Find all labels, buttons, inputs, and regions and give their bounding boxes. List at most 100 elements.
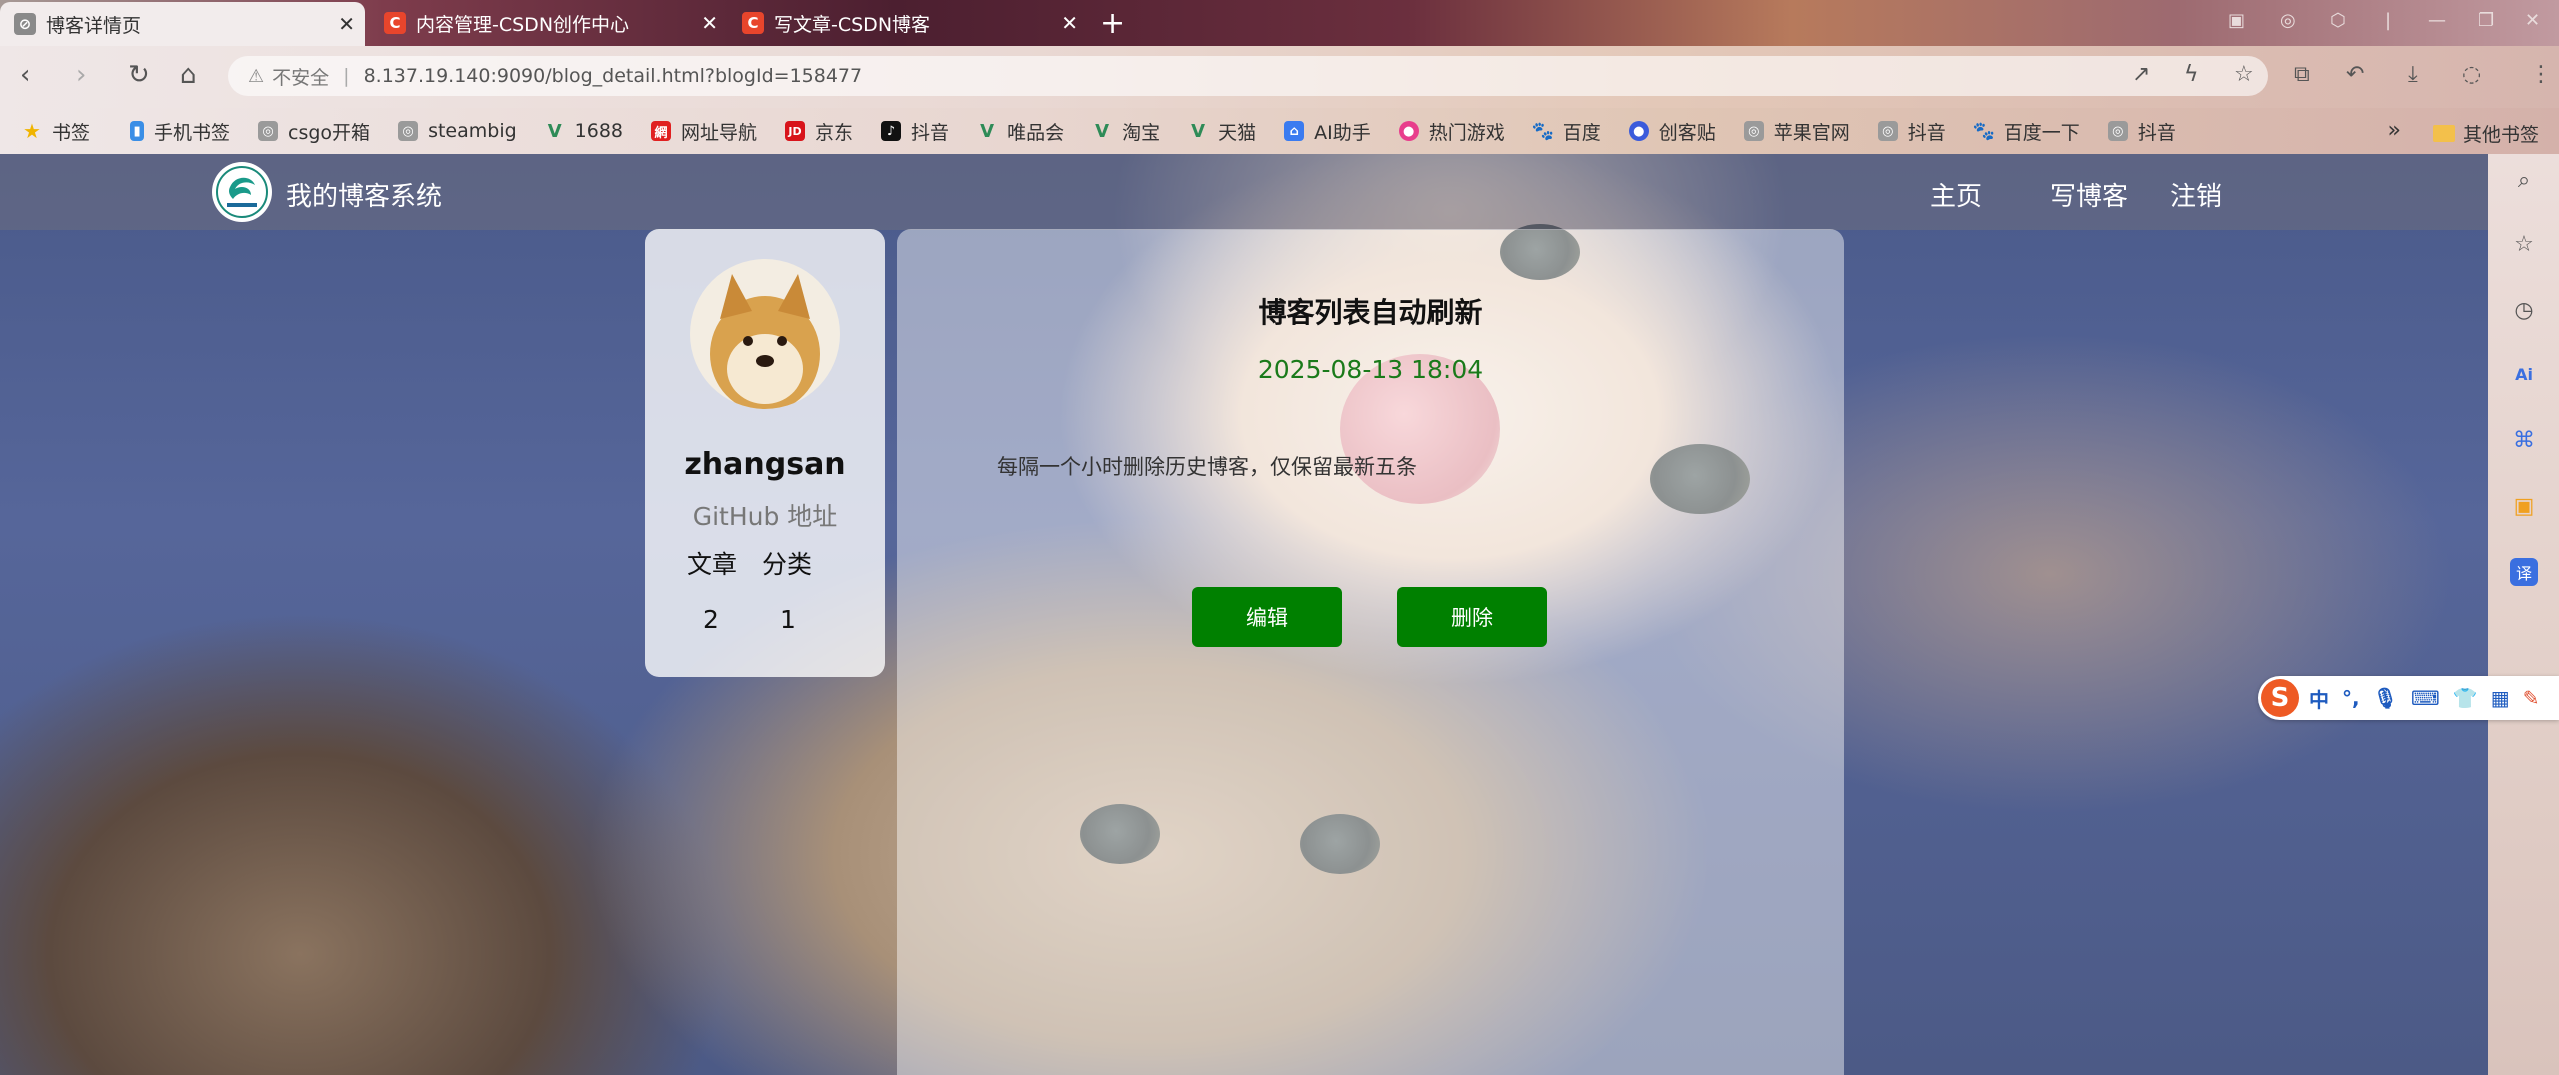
bookmark-item[interactable]: 網网址导航 bbox=[651, 118, 757, 145]
warning-icon: ⚠ bbox=[248, 65, 265, 87]
blog-page: 我的博客系统 主页 写博客 注销 zhangsan GitHub 地址 文章 分… bbox=[0, 154, 2488, 1075]
globe-icon: ◎ bbox=[1877, 121, 1898, 141]
gamepad-icon[interactable]: ⌘ bbox=[2510, 426, 2538, 454]
bookmark-item[interactable]: ▮ 手机书签 bbox=[130, 118, 230, 145]
microphone-icon[interactable]: 🎙 bbox=[2373, 686, 2398, 710]
globe-icon: ◎ bbox=[1743, 121, 1764, 141]
nav-write-blog-link[interactable]: 写博客 bbox=[2050, 176, 2128, 213]
close-tab-icon[interactable]: ✕ bbox=[701, 11, 718, 35]
ime-more-icon[interactable]: ✎ bbox=[2523, 686, 2540, 710]
tab-csdn-content[interactable]: C 内容管理-CSDN创作中心 ✕ bbox=[370, 4, 728, 42]
categories-label: 分类 bbox=[762, 550, 813, 579]
restore-icon[interactable]: ❐ bbox=[2478, 10, 2494, 31]
vue-icon: V bbox=[1095, 120, 1110, 142]
toolbox-grid-icon[interactable]: ▦ bbox=[2491, 686, 2510, 710]
user-profile-card: zhangsan GitHub 地址 文章 分类 2 1 bbox=[645, 229, 885, 677]
baidu-icon: 🐾 bbox=[1972, 120, 1996, 142]
ai-icon[interactable]: Ai bbox=[2510, 360, 2538, 388]
bookmark-item[interactable]: ⌂ AI助手 bbox=[1284, 118, 1371, 145]
bookmark-item[interactable]: V 唯品会 bbox=[977, 118, 1064, 145]
skin-icon[interactable]: 👕 bbox=[2453, 686, 2478, 710]
categories-count: 1 bbox=[780, 605, 796, 634]
avatar bbox=[690, 259, 840, 409]
reload-icon[interactable]: ↻ bbox=[128, 60, 150, 90]
edit-button[interactable]: 编辑 bbox=[1192, 587, 1342, 647]
globe-icon: ◎ bbox=[398, 121, 419, 141]
csdn-favicon-icon: C bbox=[742, 12, 764, 34]
search-icon[interactable]: ⌕ bbox=[2510, 166, 2538, 194]
tab-blog-detail[interactable]: ⊘ 博客详情页 ✕ bbox=[0, 2, 365, 46]
bookmark-item[interactable]: ◎ 抖音 bbox=[2107, 118, 2176, 145]
ime-language[interactable]: 中 bbox=[2309, 684, 2329, 713]
blog-content: 每隔一个小时删除历史博客，仅保留最新五条 bbox=[997, 455, 1417, 479]
bookmarks-more-button[interactable]: » bbox=[2388, 118, 2401, 143]
undo-icon[interactable]: ↶ bbox=[2346, 62, 2364, 87]
bookmark-item[interactable]: V 淘宝 bbox=[1092, 118, 1160, 145]
history-icon[interactable]: ◷ bbox=[2510, 296, 2538, 324]
bookmark-item[interactable]: ♪ 抖音 bbox=[881, 118, 949, 145]
ime-punctuation[interactable]: °, bbox=[2342, 686, 2360, 710]
other-bookmarks-button[interactable]: 其他书签 bbox=[2432, 120, 2539, 147]
star-icon[interactable]: ☆ bbox=[2234, 62, 2254, 87]
bookmark-item[interactable]: ◎ steambig bbox=[398, 120, 517, 142]
globe-icon: ◎ bbox=[2107, 121, 2128, 141]
csdn-favicon-icon: C bbox=[384, 12, 406, 34]
folder-icon bbox=[2432, 125, 2455, 142]
incognito-icon[interactable]: ◎ bbox=[2280, 10, 2296, 31]
forward-icon[interactable]: › bbox=[76, 60, 86, 90]
phone-icon: ▮ bbox=[130, 121, 145, 141]
bookmarks-bar: ★ 书签 ▮ 手机书签 ◎ csgo开箱 ◎ steambig V 1688 網网址导航 … bbox=[0, 108, 2559, 154]
bookmark-item[interactable]: 🐾 百度一下 bbox=[1972, 118, 2080, 145]
minimize-icon[interactable]: — bbox=[2428, 10, 2446, 31]
bookmark-item[interactable]: V 天猫 bbox=[1188, 118, 1256, 145]
translate-icon[interactable]: 译 bbox=[2510, 558, 2538, 586]
bookmark-item[interactable]: V 1688 bbox=[545, 120, 623, 142]
menu-icon[interactable]: ⋮ bbox=[2530, 62, 2552, 87]
ai-assistant-icon: ⌂ bbox=[1284, 121, 1305, 141]
lightning-icon[interactable]: ϟ bbox=[2184, 62, 2199, 87]
nav-home-link[interactable]: 主页 bbox=[1930, 176, 1982, 213]
tab-title: 写文章-CSDN博客 bbox=[774, 13, 931, 36]
ime-toolbar[interactable]: S 中 °, 🎙 ⌨ 👕 ▦ ✎ bbox=[2258, 676, 2559, 720]
site-logo bbox=[212, 162, 272, 222]
blog-detail-card: 博客列表自动刷新 2025-08-13 18:04 每隔一个小时删除历史博客，仅… bbox=[897, 229, 1844, 1075]
bookmark-item[interactable]: ◎ 抖音 bbox=[1877, 118, 1946, 145]
bookmark-item[interactable]: ★ 书签 bbox=[22, 118, 90, 145]
share-icon[interactable]: ↗ bbox=[2132, 62, 2150, 87]
nav-logout-link[interactable]: 注销 bbox=[2170, 176, 2222, 213]
chuangketie-icon: ● bbox=[1628, 121, 1649, 141]
site-header: 我的博客系统 主页 写博客 注销 bbox=[0, 154, 2488, 230]
bookmark-item[interactable]: ● 创客贴 bbox=[1628, 118, 1716, 145]
close-tab-icon[interactable]: ✕ bbox=[338, 12, 355, 36]
bookmark-item[interactable]: JD 京东 bbox=[785, 118, 853, 145]
extension-icon[interactable]: ⬡ bbox=[2330, 10, 2346, 31]
browser-address-bar: ‹ › ↻ ⌂ ⚠ 不安全 | 8.137.19.140:9090/blog_d… bbox=[0, 46, 2559, 108]
tab-search-icon[interactable]: ▣ bbox=[2228, 10, 2245, 31]
url-field[interactable]: ⚠ 不安全 | 8.137.19.140:9090/blog_detail.ht… bbox=[228, 56, 2268, 96]
vue-icon: V bbox=[1191, 120, 1206, 142]
bookmark-item[interactable]: ◎ 苹果官网 bbox=[1743, 118, 1850, 145]
keyboard-icon[interactable]: ⌨ bbox=[2411, 686, 2440, 710]
browser-sidebar: ⌕ ☆ ◷ Ai ⌘ ▣ 译 bbox=[2488, 154, 2559, 1075]
toolbox-icon[interactable]: ▣ bbox=[2510, 492, 2538, 520]
favorites-star-icon[interactable]: ☆ bbox=[2510, 230, 2538, 258]
delete-button[interactable]: 删除 bbox=[1397, 587, 1547, 647]
back-icon[interactable]: ‹ bbox=[20, 60, 30, 90]
browser-tab-bar: ⊘ 博客详情页 ✕ C 内容管理-CSDN创作中心 ✕ C 写文章-CSDN博客… bbox=[0, 0, 2559, 46]
star-icon: ★ bbox=[23, 119, 41, 143]
tab-csdn-write[interactable]: C 写文章-CSDN博客 ✕ bbox=[728, 4, 1088, 42]
close-window-icon[interactable]: ✕ bbox=[2525, 10, 2540, 31]
bookmark-item[interactable]: ◎ csgo开箱 bbox=[258, 118, 370, 145]
url-text: 8.137.19.140:9090/blog_detail.html?blogI… bbox=[363, 65, 863, 87]
download-icon[interactable]: ⤓ bbox=[2408, 62, 2418, 87]
vue-icon: V bbox=[980, 120, 995, 142]
new-tab-button[interactable]: + bbox=[1100, 6, 1125, 41]
bookmark-item[interactable]: ● 热门游戏 bbox=[1398, 118, 1505, 145]
bookmark-item[interactable]: 🐾 百度 bbox=[1532, 118, 1601, 145]
close-tab-icon[interactable]: ✕ bbox=[1061, 11, 1078, 35]
jd-icon: JD bbox=[785, 121, 806, 141]
home-icon[interactable]: ⌂ bbox=[180, 60, 197, 90]
extensions-icon[interactable]: ⧉ bbox=[2294, 62, 2310, 87]
github-link[interactable]: GitHub 地址 bbox=[645, 497, 885, 533]
profile-icon[interactable]: ◌ bbox=[2462, 62, 2481, 87]
